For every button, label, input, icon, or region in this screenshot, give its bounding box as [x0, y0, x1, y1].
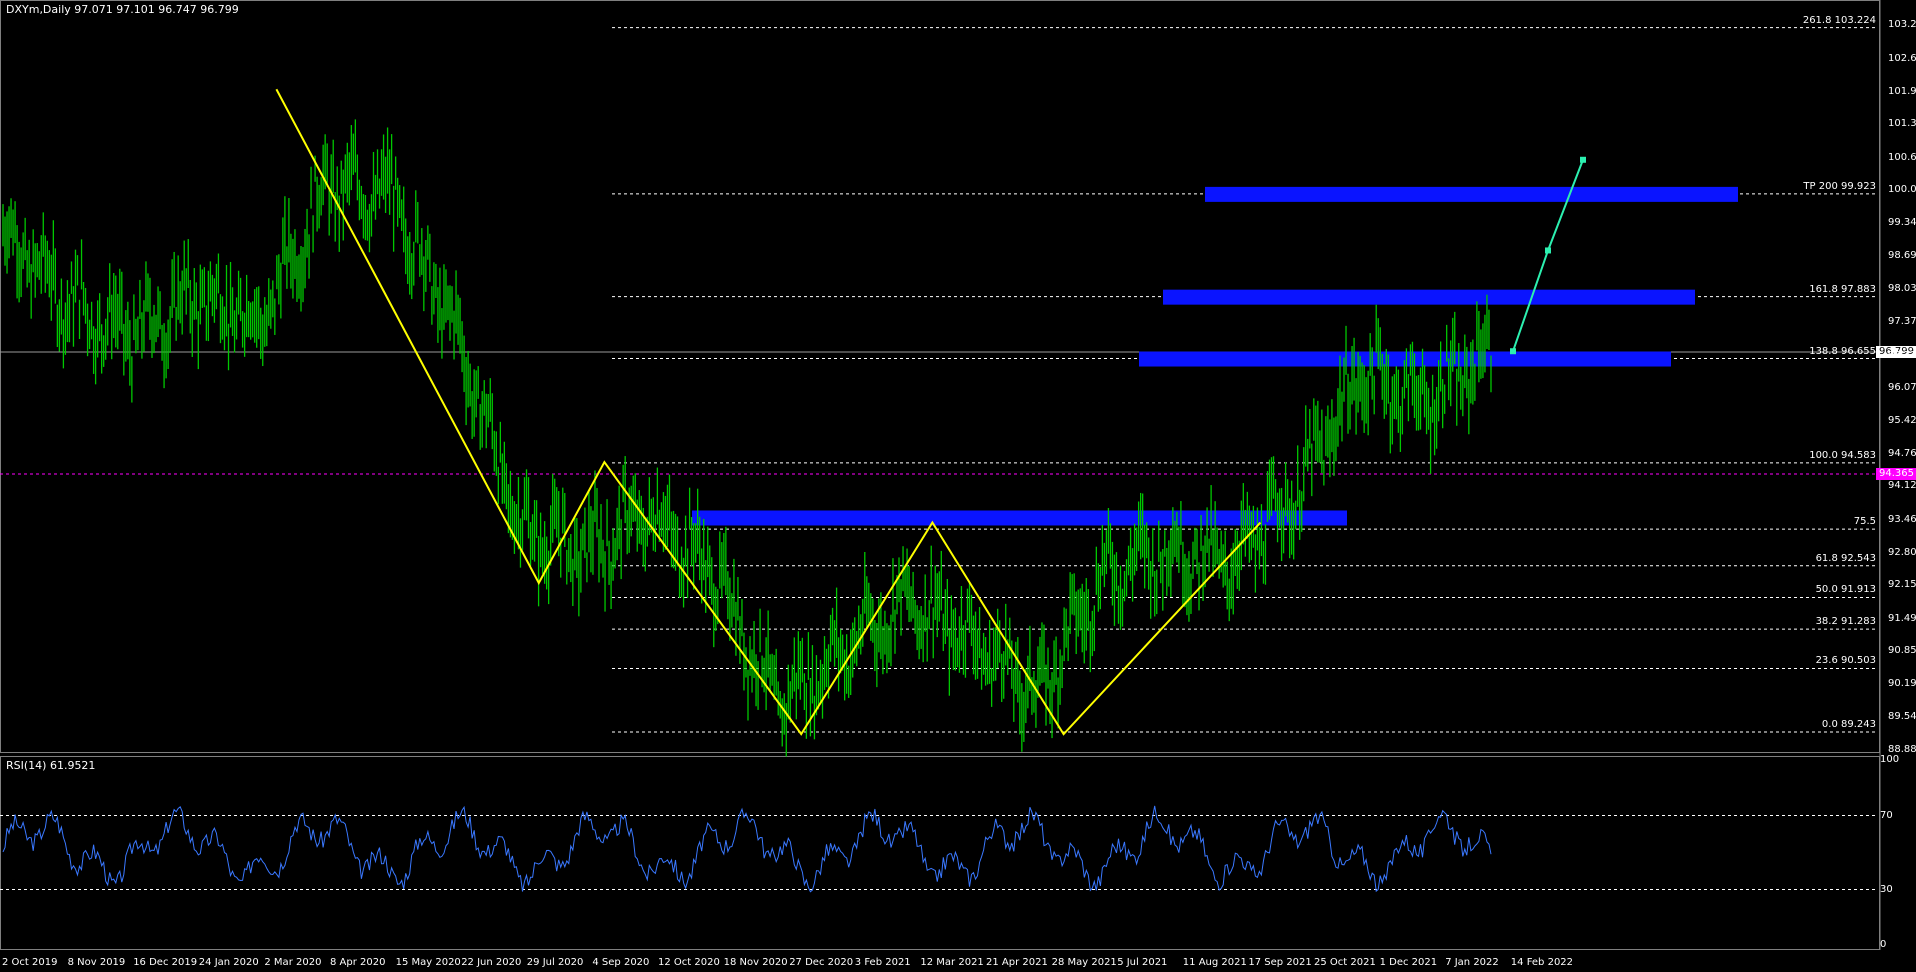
time-tick-label: 17 Sep 2021 — [1248, 957, 1312, 968]
projection-point — [1510, 348, 1516, 355]
price-tick-label: 92.155 — [1888, 579, 1916, 591]
time-tick-label: 7 Jan 2022 — [1445, 957, 1499, 968]
time-tick-label: 2 Oct 2019 — [2, 957, 58, 968]
time-tick-label: 3 Feb 2021 — [854, 957, 911, 968]
price-chart[interactable] — [0, 0, 1916, 972]
price-tick-label: 92.800 — [1888, 546, 1916, 558]
price-tick-label: 94.120 — [1888, 480, 1916, 492]
price-tick-label: 97.375 — [1888, 316, 1916, 328]
rsi-tick-label: 70 — [1880, 809, 1893, 821]
fib-level-label: 0.0 89.243 — [1821, 718, 1876, 730]
main-panel-border — [0, 0, 1880, 753]
price-tick-label: 102.610 — [1888, 52, 1916, 64]
projection-point — [1580, 156, 1586, 163]
fib-level-label: 75.5 — [1853, 516, 1876, 528]
price-tick-label: 101.950 — [1888, 85, 1916, 97]
time-tick-label: 16 Dec 2019 — [133, 957, 198, 968]
time-tick-label: 11 Aug 2021 — [1182, 957, 1247, 968]
fib-level-label: 138.8 96.655 — [1809, 345, 1876, 357]
fib-level-label: 61.8 92.543 — [1815, 552, 1876, 564]
rsi-tick-label: 0 — [1880, 939, 1887, 950]
time-tick-label: 1 Dec 2021 — [1379, 957, 1438, 968]
time-tick-label: 21 Apr 2021 — [986, 957, 1048, 968]
fib-level-label: 100.0 94.583 — [1809, 449, 1876, 461]
rsi-line — [2, 805, 1492, 893]
price-tick-label: 98.695 — [1888, 249, 1916, 261]
time-tick-label: 25 Oct 2021 — [1314, 957, 1376, 968]
price-tick-label: 93.460 — [1888, 513, 1916, 525]
chart-window[interactable]: DXYm,Daily 97.071 97.101 96.747 96.799 R… — [0, 0, 1916, 972]
time-tick-label: 12 Oct 2020 — [658, 957, 720, 968]
time-tick-label: 5 Jul 2021 — [1117, 957, 1168, 968]
price-tick-label: 96.715 — [1888, 349, 1916, 361]
price-tick-label: 90.850 — [1888, 644, 1916, 656]
price-tick-label: 94.765 — [1888, 447, 1916, 459]
price-tick-label: 100.000 — [1888, 184, 1916, 195]
price-tick-label: 90.190 — [1888, 678, 1916, 690]
time-tick-label: 28 May 2021 — [1051, 957, 1117, 968]
price-tick-label: 103.275 — [1888, 19, 1916, 30]
fib-level-label: 23.6 90.503 — [1815, 655, 1876, 667]
price-tick-label: 100.645 — [1888, 151, 1916, 163]
fib-level-label: 161.8 97.883 — [1809, 283, 1876, 295]
time-tick-label: 14 Feb 2022 — [1510, 957, 1574, 968]
fib-level-label: 38.2 91.283 — [1815, 616, 1876, 628]
symbol-info: DXYm,Daily 97.071 97.101 96.747 96.799 — [6, 3, 239, 16]
pink-price-tag: 94.365 — [1876, 468, 1916, 480]
rsi-tick-label: 30 — [1880, 883, 1893, 895]
time-tick-label: 12 Mar 2021 — [920, 957, 984, 968]
resistance-zone — [1163, 289, 1695, 305]
price-tick-label: 98.035 — [1888, 283, 1916, 294]
price-tick-label: 101.305 — [1888, 118, 1916, 130]
time-tick-label: 8 Apr 2020 — [330, 957, 386, 968]
time-tick-label: 24 Jan 2020 — [198, 957, 259, 968]
fib-level-label: 261.8 103.224 — [1802, 14, 1876, 26]
time-tick-label: 15 May 2020 — [395, 957, 461, 968]
time-tick-label: 8 Nov 2019 — [67, 957, 126, 968]
resistance-zone — [1205, 186, 1738, 202]
rsi-header: RSI(14) 61.9521 — [6, 759, 96, 772]
time-tick-label: 2 Mar 2020 — [264, 957, 322, 968]
time-tick-label: 4 Sep 2020 — [592, 957, 650, 968]
projection-point — [1545, 247, 1551, 254]
time-tick-label: 22 Jun 2020 — [461, 957, 522, 968]
fib-level-label: 50.0 91.913 — [1815, 584, 1876, 596]
price-tick-label: 91.495 — [1888, 612, 1916, 624]
fib-level-label: TP 200 99.923 — [1803, 180, 1876, 192]
time-tick-label: 27 Dec 2020 — [789, 957, 854, 968]
price-tick-label: 89.545 — [1888, 710, 1916, 722]
price-tick-label: 99.340 — [1888, 217, 1916, 229]
time-tick-label: 18 Nov 2020 — [723, 957, 788, 968]
price-tick-label: 95.425 — [1888, 414, 1916, 426]
rsi-tick-label: 100 — [1880, 754, 1900, 765]
rsi-panel-border — [0, 756, 1880, 950]
time-tick-label: 29 Jul 2020 — [526, 957, 584, 968]
price-tick-label: 96.070 — [1888, 382, 1916, 393]
